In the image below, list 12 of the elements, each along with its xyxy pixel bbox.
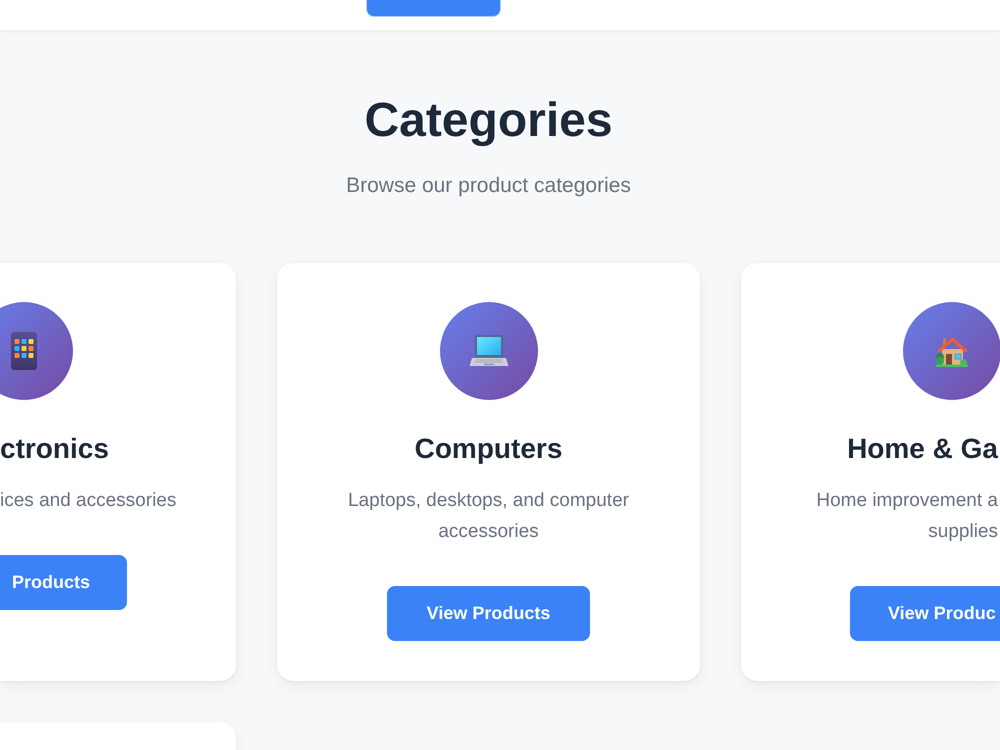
page-subtitle: Browse our product categories [346, 173, 631, 199]
view-products-button[interactable]: View Products [386, 586, 590, 641]
category-title: Computers [414, 432, 562, 466]
nav-button[interactable] [367, 0, 500, 16]
category-description: ices and accessories [0, 489, 176, 513]
view-products-button[interactable]: View Produc [850, 586, 1000, 641]
page-title: Categories [364, 93, 613, 149]
view-products-button[interactable]: Products [0, 555, 128, 610]
category-title: Home & Ga [847, 432, 998, 466]
category-description: Laptops, desktops, and computer accessories [347, 489, 630, 544]
category-description: Home improvement a supplies [815, 489, 998, 544]
category-title: ctronics [0, 432, 109, 466]
